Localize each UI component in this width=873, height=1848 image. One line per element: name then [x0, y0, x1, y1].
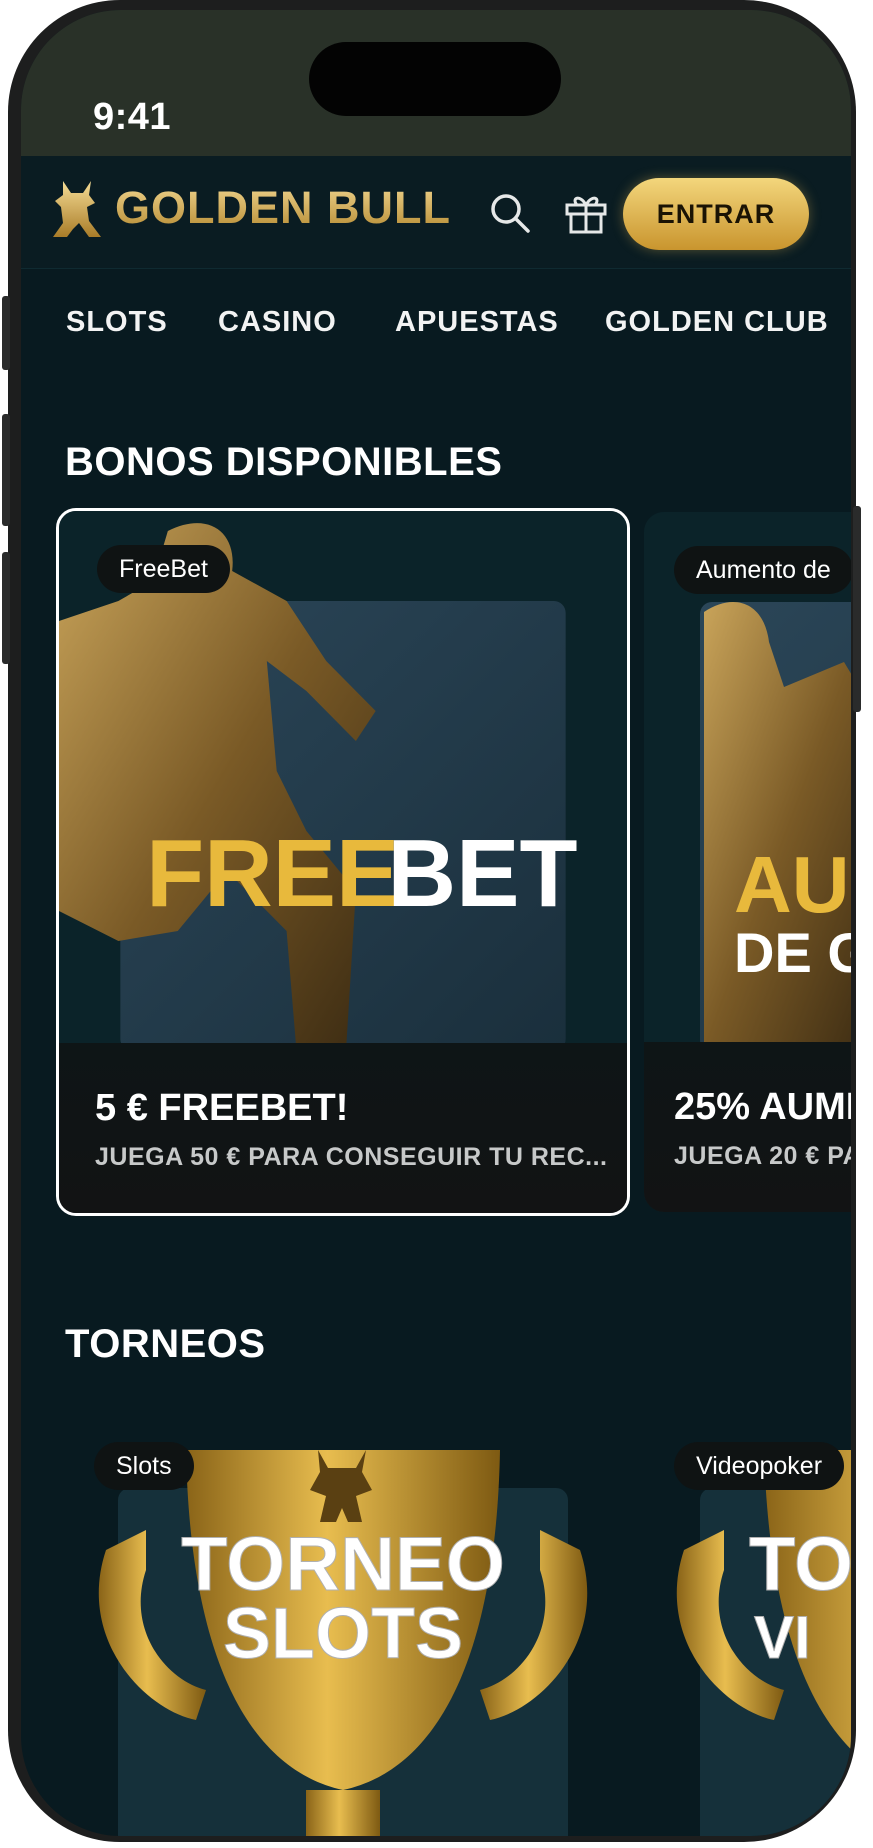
bonus-subtitle: JUEGA 20 € PA — [674, 1142, 851, 1170]
gift-button[interactable] — [563, 190, 609, 236]
bonus-title: 5 € FREEBET! — [95, 1087, 349, 1129]
trophy-line-1: TO — [749, 1522, 851, 1607]
screen: 9:41 GOLDEN BULL ENTRAR SLOTS CASINO APU… — [21, 10, 851, 1836]
bonus-card-footer: 5 € FREEBET! JUEGA 50 € PARA CONSEGUIR T… — [59, 1043, 627, 1213]
bonuses-title: BONOS DISPONIBLES — [65, 440, 503, 484]
trophy-line-2: VI — [754, 1604, 811, 1671]
main-nav: SLOTS CASINO APUESTAS GOLDEN CLUB — [21, 268, 851, 378]
bonus-tag: FreeBet — [97, 545, 230, 593]
trophy-line-2: SLOTS — [223, 1594, 463, 1674]
boost-art-white-word: DE G — [734, 921, 851, 984]
tournament-tag: Slots — [94, 1442, 194, 1490]
bonus-card-footer: 25% AUMI JUEGA 20 € PA — [644, 1042, 851, 1212]
freebet-art-white-word: BET — [388, 821, 578, 928]
status-bar: 9:41 — [21, 10, 851, 156]
logo[interactable]: GOLDEN BULL — [49, 178, 451, 238]
tournament-card[interactable]: TORNEO SLOTS Slots — [56, 1410, 630, 1836]
search-icon — [491, 194, 530, 233]
dynamic-island — [309, 42, 561, 116]
nav-item-golden-club[interactable]: GOLDEN CLUB — [605, 306, 829, 339]
action-button — [2, 296, 10, 370]
bonus-card[interactable]: AU DE G Aumento de 25% AUMI JUEGA 20 € P… — [644, 512, 851, 1212]
bull-logo-icon — [53, 181, 101, 237]
site-header: GOLDEN BULL ENTRAR — [21, 156, 851, 269]
freebet-art-gold-word: FREE — [146, 821, 399, 928]
boost-art-gold-word: AU — [734, 840, 850, 929]
power-button — [853, 506, 861, 712]
nav-item-casino[interactable]: CASINO — [218, 306, 337, 339]
volume-down-button — [2, 552, 10, 664]
bonus-title: 25% AUMI — [674, 1086, 851, 1128]
login-button[interactable]: ENTRAR — [623, 178, 809, 250]
gift-icon — [565, 196, 607, 234]
nav-item-apuestas[interactable]: APUESTAS — [395, 306, 559, 339]
bonus-subtitle: JUEGA 50 € PARA CONSEGUIR TU REC... — [95, 1143, 608, 1171]
bonus-tag: Aumento de — [674, 546, 851, 594]
nav-item-slots[interactable]: SLOTS — [66, 306, 168, 339]
search-button[interactable] — [487, 190, 533, 236]
status-time: 9:41 — [93, 96, 172, 138]
bonus-card[interactable]: FREE BET FreeBet 5 € FREEBET! JUEGA 50 €… — [56, 508, 630, 1216]
tournament-card[interactable]: TO VI Videopoker — [644, 1410, 851, 1836]
volume-up-button — [2, 414, 10, 526]
logo-text: GOLDEN BULL — [115, 182, 451, 233]
tournaments-title: TORNEOS — [65, 1322, 266, 1366]
tournament-tag: Videopoker — [674, 1442, 845, 1490]
